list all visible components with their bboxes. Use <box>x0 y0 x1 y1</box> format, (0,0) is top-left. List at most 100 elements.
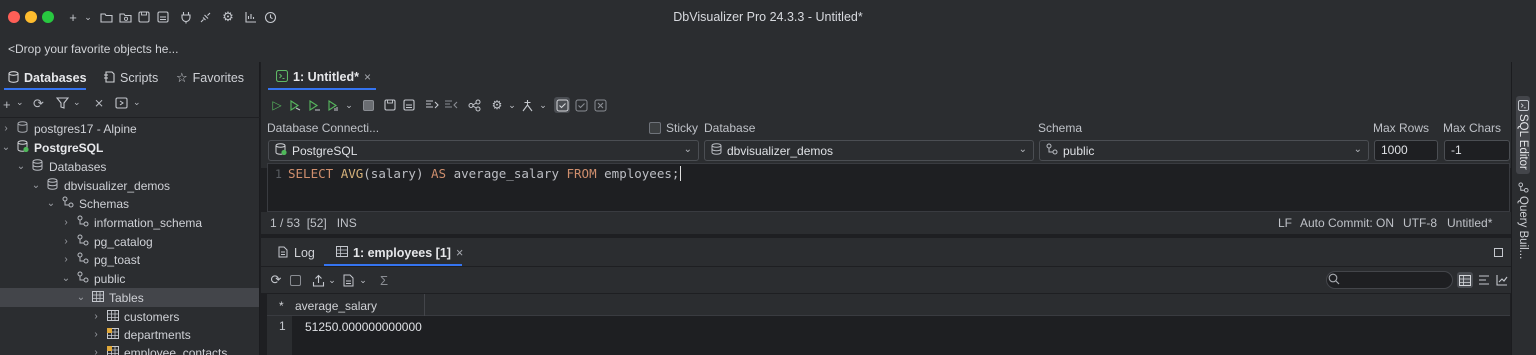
max-chars-input[interactable]: -1 <box>1444 140 1510 161</box>
max-rows-input[interactable]: 1000 <box>1374 140 1438 161</box>
chevron-right-icon[interactable]: › <box>61 217 71 228</box>
favorites-bar[interactable] <box>0 36 1536 62</box>
commit-mode-icon[interactable] <box>519 97 535 113</box>
execute-buffer-icon[interactable] <box>306 97 322 113</box>
unformat-sql-icon[interactable] <box>443 97 459 113</box>
chevron-down-icon[interactable]: ⌄ <box>16 161 26 172</box>
settings-gear-icon[interactable]: ⚙ <box>489 97 505 113</box>
auto-commit-status[interactable]: Auto Commit: ON <box>1300 216 1394 230</box>
connect-icon[interactable] <box>178 9 194 25</box>
refresh-icon[interactable]: ⟳ <box>33 97 44 110</box>
tree-node-postgresql[interactable]: ⌄ PostgreSQL <box>0 138 259 157</box>
grid-view-icon[interactable] <box>1457 272 1473 288</box>
rollback-icon[interactable] <box>592 97 608 113</box>
tree-node-information-schema[interactable]: › information_schema <box>0 213 259 232</box>
maximize-icon[interactable] <box>1494 248 1503 257</box>
tab-log[interactable]: Log <box>277 245 315 261</box>
commit-icon[interactable] <box>573 97 589 113</box>
tab-untitled[interactable]: 1: Untitled* × <box>275 69 371 85</box>
chevron-down-icon[interactable]: ⌄ <box>76 292 86 303</box>
stop-icon[interactable] <box>360 97 376 113</box>
chevron-down-icon[interactable]: ⌄ <box>1019 144 1027 155</box>
sum-icon[interactable]: Σ <box>376 272 392 288</box>
tree-node-postgres17[interactable]: › postgres17 - Alpine <box>0 119 259 138</box>
chevron-down-icon[interactable]: ⌄ <box>46 198 56 209</box>
filter-icon[interactable] <box>55 97 70 112</box>
save-icon[interactable] <box>382 97 398 113</box>
tree-node-departments[interactable]: › departments <box>0 325 259 344</box>
tree-node-pg-toast[interactable]: › pg_toast <box>0 250 259 269</box>
chevron-right-icon[interactable]: › <box>91 311 101 322</box>
tab-favorites[interactable]: ☆ Favorites <box>176 69 244 87</box>
chevron-down-icon[interactable]: ⌄ <box>535 97 551 113</box>
chevron-down-icon[interactable]: ⌄ <box>73 98 81 107</box>
new-icon[interactable]: + <box>65 9 81 25</box>
stop-icon[interactable] <box>287 272 303 288</box>
schema-select[interactable]: public ⌄ <box>1039 140 1369 161</box>
chevron-down-icon[interactable]: ⌄ <box>31 180 41 191</box>
chevron-right-icon[interactable]: › <box>91 329 101 340</box>
tab-query-builder[interactable]: Query Buil... <box>1517 182 1529 259</box>
open-folder-icon[interactable] <box>98 9 114 25</box>
line-ending[interactable]: LF <box>1278 216 1292 230</box>
chevron-down-icon[interactable]: ⌄ <box>341 97 357 113</box>
save-as-icon[interactable] <box>401 97 417 113</box>
chevron-right-icon[interactable]: › <box>61 254 71 265</box>
tree-node-schemas[interactable]: ⌄ Schemas <box>0 194 259 213</box>
grid-cell[interactable]: 51250.000000000000 <box>305 320 422 334</box>
collapse-all-icon[interactable]: ⨯ <box>94 97 104 109</box>
encoding[interactable]: UTF-8 <box>1403 216 1437 230</box>
chevron-down-icon[interactable]: ⌄ <box>1354 144 1362 155</box>
chevron-down-icon[interactable]: ⌄ <box>355 272 371 288</box>
tab-sql-editor[interactable]: SQL Editor <box>1516 96 1530 174</box>
chevron-down-icon[interactable]: ⌄ <box>133 98 141 107</box>
result-filter-input[interactable] <box>1326 271 1453 289</box>
sql-text[interactable]: SELECT AVG(salary) AS average_salary FRO… <box>288 166 682 181</box>
tree-node-databases[interactable]: ⌄ Databases <box>0 157 259 176</box>
chevron-right-icon[interactable]: › <box>91 347 101 355</box>
disconnect-icon[interactable] <box>197 9 213 25</box>
script-icon[interactable] <box>340 272 356 288</box>
add-icon[interactable]: + <box>3 98 11 111</box>
chevron-down-icon[interactable]: ⌄ <box>80 9 96 25</box>
database-select[interactable]: dbvisualizer_demos ⌄ <box>704 140 1034 161</box>
execute-current-icon[interactable] <box>287 97 303 113</box>
save-all-icon[interactable] <box>155 9 171 25</box>
save-icon[interactable] <box>136 9 152 25</box>
chevron-down-icon[interactable]: ⌄ <box>504 97 520 113</box>
tab-databases[interactable]: Databases <box>8 69 87 87</box>
tree-node-employee-contacts[interactable]: › employee_contacts <box>0 343 259 355</box>
format-sql-icon[interactable] <box>424 97 440 113</box>
close-icon[interactable]: × <box>456 246 463 260</box>
sticky-checkbox[interactable] <box>649 122 661 134</box>
tab-employees-result[interactable]: 1: employees [1] × <box>336 245 463 261</box>
connection-select[interactable]: PostgreSQL ⌄ <box>268 140 699 161</box>
chevron-down-icon[interactable]: ⌄ <box>324 272 340 288</box>
open-recent-icon[interactable] <box>117 9 133 25</box>
monitor-icon[interactable] <box>243 9 259 25</box>
chevron-down-icon[interactable]: ⌄ <box>684 144 692 155</box>
close-icon[interactable]: × <box>364 70 371 84</box>
column-header-average-salary[interactable]: average_salary <box>295 299 377 313</box>
text-view-icon[interactable] <box>1476 272 1492 288</box>
tab-scripts[interactable]: Scripts <box>103 69 158 87</box>
chevron-down-icon[interactable]: ⌄ <box>16 98 24 107</box>
expand-panel-icon[interactable] <box>115 97 128 112</box>
history-icon[interactable] <box>262 9 278 25</box>
settings-gear-icon[interactable]: ⚙ <box>220 9 236 25</box>
tree-node-dbvisualizer-demos[interactable]: ⌄ dbvisualizer_demos <box>0 176 259 195</box>
parameters-icon[interactable] <box>466 97 482 113</box>
tree-node-pg-catalog[interactable]: › pg_catalog <box>0 232 259 251</box>
row-number[interactable]: 1 <box>279 319 286 333</box>
chart-view-icon[interactable] <box>1494 272 1510 288</box>
execute-explain-icon[interactable] <box>325 97 341 113</box>
tree-node-public[interactable]: ⌄ public <box>0 269 259 288</box>
tree-node-tables[interactable]: ⌄ Tables <box>0 288 259 307</box>
column-divider[interactable] <box>424 294 425 316</box>
auto-commit-icon[interactable] <box>554 97 570 113</box>
tree-node-customers[interactable]: › customers <box>0 307 259 326</box>
chevron-down-icon[interactable]: ⌄ <box>1 142 11 153</box>
refresh-icon[interactable]: ⟳ <box>268 272 284 288</box>
chevron-right-icon[interactable]: › <box>1 123 11 134</box>
execute-icon[interactable]: ▷ <box>269 97 285 113</box>
